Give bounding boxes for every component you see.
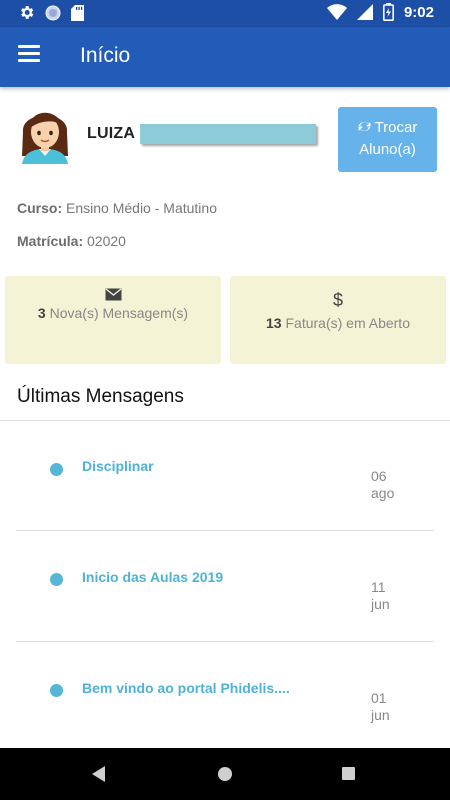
open-invoices-label: Fatura(s) em Aberto bbox=[285, 315, 410, 331]
switch-button-label-line1: Trocar bbox=[374, 119, 418, 136]
open-invoices-count: 13 bbox=[266, 315, 282, 331]
course-info: Curso: Ensino Médio - Matutino bbox=[17, 200, 217, 216]
page-title: Início bbox=[80, 44, 131, 67]
message-month: jun bbox=[371, 596, 390, 612]
wifi-icon bbox=[326, 4, 347, 20]
clock: 9:02 bbox=[403, 3, 434, 21]
status-left-icons bbox=[18, 4, 84, 21]
switch-student-button[interactable]: Trocar Aluno(a) bbox=[338, 107, 437, 172]
message-day: 06 bbox=[371, 468, 387, 484]
message-month: jun bbox=[371, 707, 390, 723]
app-notification-icon bbox=[45, 5, 61, 20]
status-bar: 9:02 bbox=[0, 0, 450, 27]
student-surname-redaction bbox=[140, 124, 316, 144]
message-day: 11 bbox=[371, 579, 386, 595]
gear-icon bbox=[21, 6, 34, 19]
back-icon[interactable] bbox=[92, 766, 105, 782]
message-date: 01 jun bbox=[371, 690, 390, 724]
signal-icon bbox=[356, 4, 373, 20]
student-avatar bbox=[22, 112, 68, 164]
message-title[interactable]: Disciplinar bbox=[82, 458, 154, 474]
open-invoices-card[interactable]: $ 13 Fatura(s) em Aberto bbox=[230, 276, 446, 364]
message-bullet-icon bbox=[50, 463, 63, 476]
message-title[interactable]: Inicio das Aulas 2019 bbox=[82, 569, 223, 585]
message-month: ago bbox=[371, 485, 395, 501]
message-bullet-icon bbox=[50, 573, 63, 586]
enrollment-info: Matrícula: 02020 bbox=[17, 233, 126, 249]
section-divider bbox=[0, 420, 450, 421]
sd-card-icon bbox=[71, 4, 84, 21]
new-messages-label: Nova(s) Mensagem(s) bbox=[49, 305, 189, 321]
course-value: Ensino Médio - Matutino bbox=[66, 200, 217, 216]
enrollment-value: 02020 bbox=[87, 233, 126, 249]
dollar-icon: $ bbox=[332, 290, 343, 310]
status-right-icons: 9:02 bbox=[326, 3, 434, 21]
student-name: LUIZA bbox=[87, 125, 136, 142]
hamburger-menu-icon[interactable] bbox=[18, 45, 44, 69]
envelope-icon bbox=[105, 288, 121, 301]
message-date: 06 ago bbox=[371, 468, 394, 502]
battery-icon bbox=[382, 3, 394, 21]
message-title[interactable]: Bem vindo ao portal Phidelis.... bbox=[82, 680, 290, 696]
system-nav-bar bbox=[0, 748, 450, 800]
latest-messages-title: Últimas Mensagens bbox=[17, 386, 184, 407]
new-messages-text: 3 Nova(s) Mensagem(s) bbox=[5, 305, 221, 321]
message-date: 11 jun bbox=[371, 579, 390, 613]
enrollment-label: Matrícula: bbox=[17, 233, 84, 249]
switch-button-label-line2: Aluno(a) bbox=[359, 141, 416, 158]
recent-apps-icon[interactable] bbox=[342, 767, 355, 780]
app-bar: Início bbox=[0, 27, 450, 87]
message-bullet-icon bbox=[50, 684, 63, 697]
course-label: Curso: bbox=[17, 200, 63, 216]
message-divider bbox=[16, 530, 434, 531]
refresh-icon bbox=[358, 121, 371, 132]
new-messages-count: 3 bbox=[37, 305, 46, 321]
message-divider bbox=[16, 641, 434, 642]
message-day: 01 bbox=[371, 690, 387, 706]
new-messages-card[interactable]: 3 Nova(s) Mensagem(s) bbox=[5, 276, 221, 364]
open-invoices-text: 13 Fatura(s) em Aberto bbox=[230, 315, 446, 331]
home-icon[interactable] bbox=[218, 767, 232, 781]
